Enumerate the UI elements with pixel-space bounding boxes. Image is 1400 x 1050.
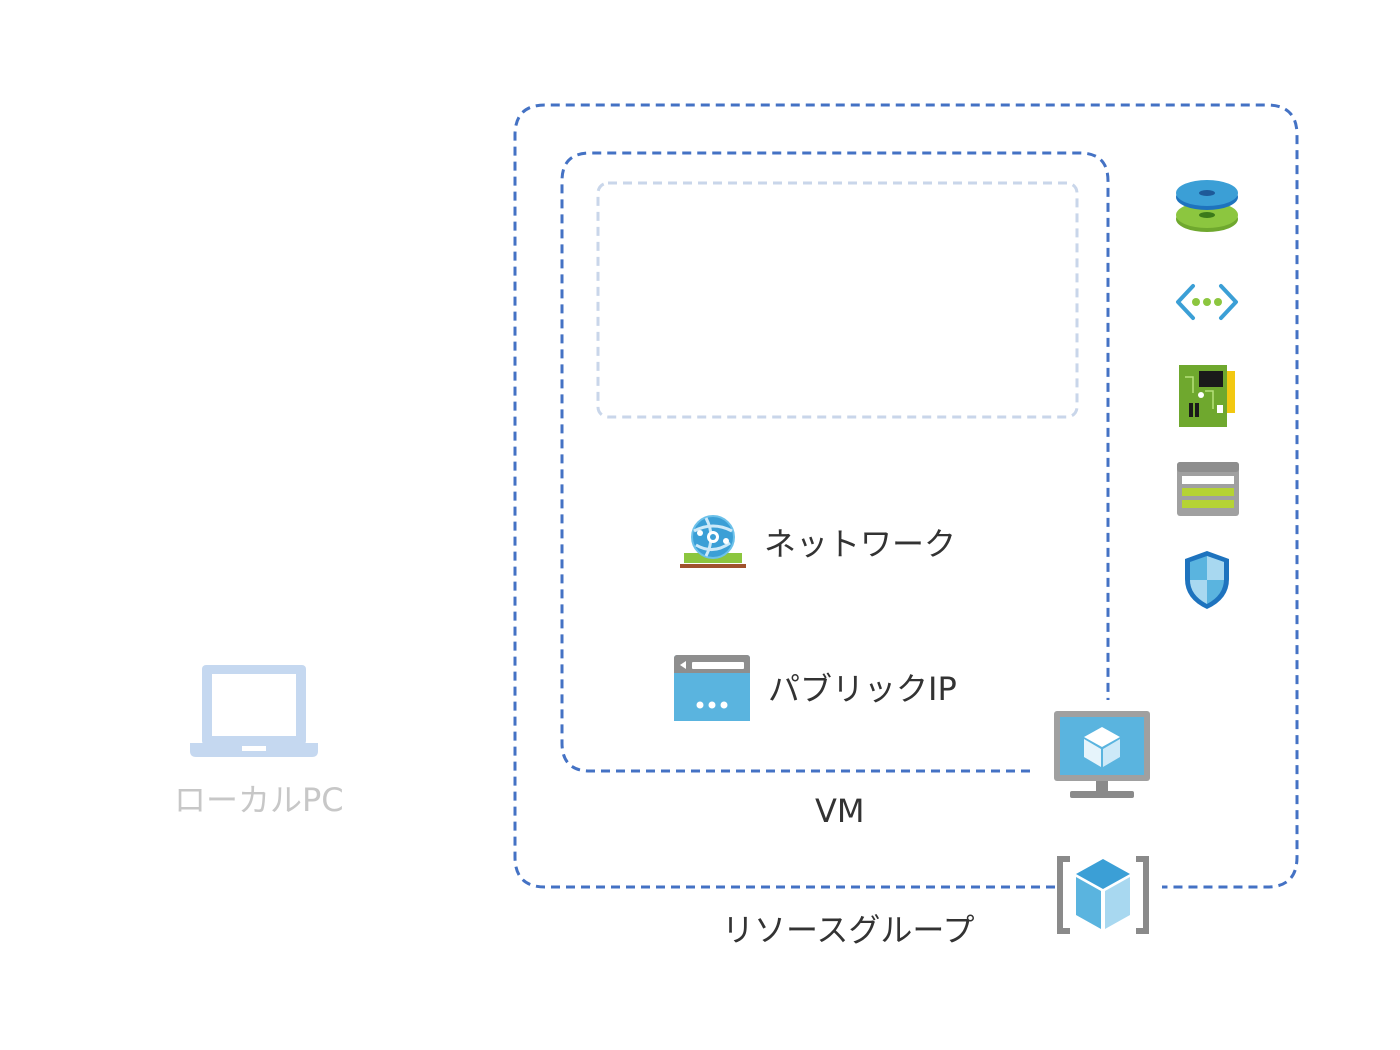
resource-group-cube-icon <box>1057 856 1149 934</box>
disk-icon <box>1176 180 1238 232</box>
laptop-icon <box>190 665 318 757</box>
network-label: ネットワーク <box>764 525 957 563</box>
public-ip-window-icon <box>674 655 750 721</box>
public-ip-label: パブリックIP <box>768 670 957 708</box>
local-pc-label: ローカルPC <box>174 781 344 819</box>
network-security-group-shield-icon <box>1185 551 1229 609</box>
resource-group-label: リソースグループ <box>722 911 975 949</box>
vm-inner-placeholder <box>596 181 1079 419</box>
storage-account-icon <box>1177 462 1239 516</box>
network-connection-icon <box>1176 284 1238 320</box>
virtual-machine-monitor-icon <box>1054 711 1150 798</box>
vm-label: VM <box>815 792 865 830</box>
virtual-network-globe-icon <box>680 515 746 568</box>
network-interface-card-icon <box>1179 365 1235 427</box>
